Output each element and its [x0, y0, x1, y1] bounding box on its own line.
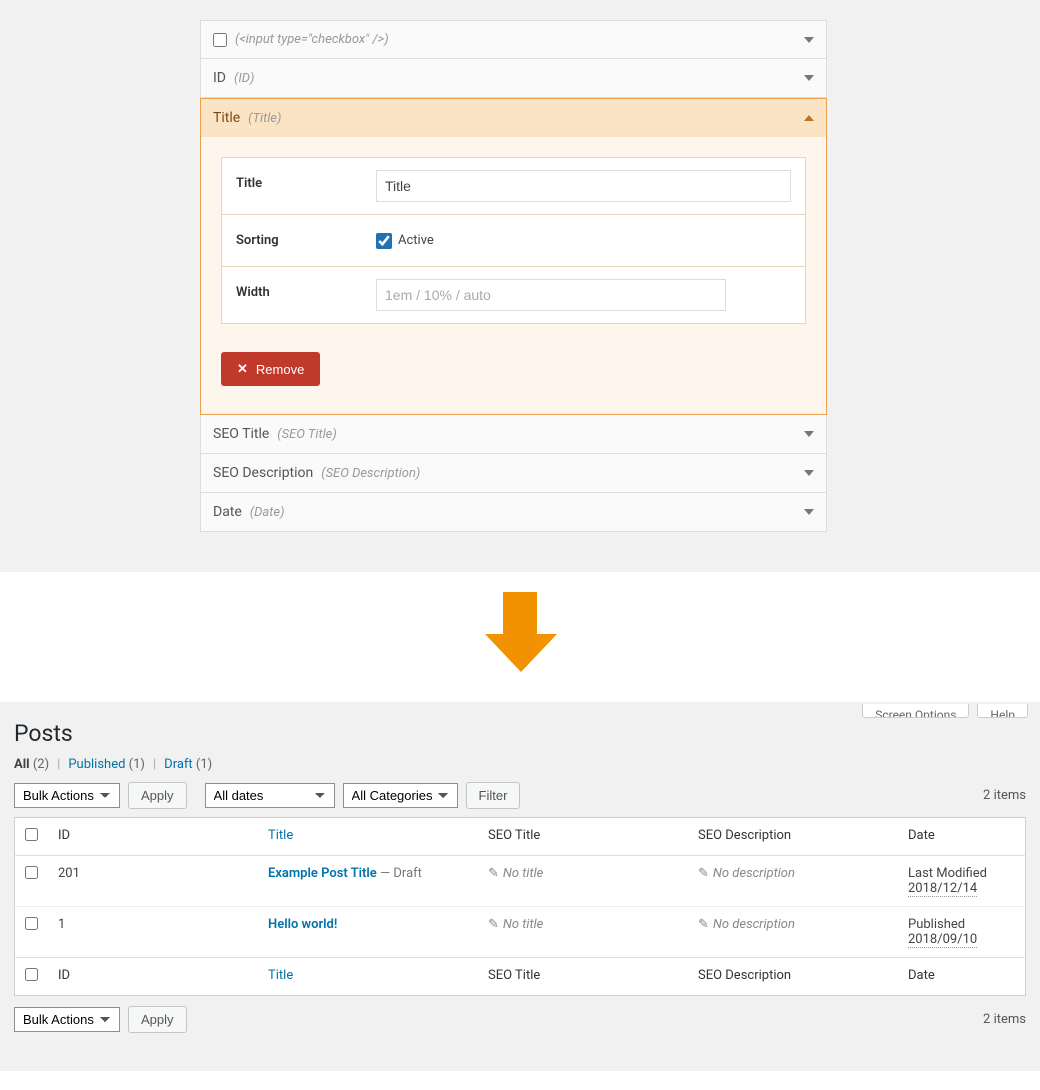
accordion-label: SEO Description [213, 465, 313, 481]
categories-select[interactable]: All Categories [343, 783, 458, 808]
chevron-down-icon [804, 37, 814, 43]
date-value: 2018/09/10 [908, 932, 977, 948]
accordion-sub: (ID) [234, 71, 254, 86]
filter-button[interactable]: Filter [466, 782, 521, 809]
seo-desc-value: No description [713, 917, 795, 932]
select-all-checkbox[interactable] [25, 828, 38, 841]
col-header-title[interactable]: Title [268, 828, 293, 843]
col-header-date: Date [898, 818, 1026, 856]
accordion-body: Title Sorting Active Width [201, 137, 826, 414]
width-input[interactable] [376, 279, 726, 311]
chevron-up-icon [804, 115, 814, 121]
arrow-divider [0, 572, 1040, 702]
pencil-icon[interactable]: ✎ [698, 917, 709, 932]
filter-published[interactable]: Published (1) [68, 757, 145, 772]
sorting-checkbox[interactable] [376, 233, 392, 249]
post-title-link[interactable]: Example Post Title [268, 866, 377, 881]
accordion-label: Date [213, 504, 242, 520]
accordion-label: ID [213, 70, 226, 86]
col-header-seo-description: SEO Description [688, 818, 898, 856]
col-footer-title[interactable]: Title [268, 968, 293, 983]
col-footer-date: Date [898, 958, 1026, 996]
col-header-id: ID [48, 818, 258, 856]
dates-select[interactable]: All dates [205, 783, 335, 808]
width-label: Width [222, 267, 362, 323]
col-header-seo-title: SEO Title [478, 818, 688, 856]
title-input[interactable] [376, 170, 791, 202]
accordion-label: SEO Title [213, 426, 269, 442]
chevron-down-icon [804, 509, 814, 515]
column-form: Title Sorting Active Width [221, 157, 806, 324]
posts-table: ID Title SEO Title SEO Description Date … [14, 817, 1026, 996]
date-value: 2018/12/14 [908, 881, 977, 897]
chevron-down-icon [804, 470, 814, 476]
remove-label: Remove [256, 362, 304, 377]
accordion-sub: (SEO Title) [277, 427, 336, 442]
page-title: Posts [14, 720, 1026, 747]
accordion-sub: (SEO Description) [321, 466, 420, 481]
bulk-actions-select[interactable]: Bulk Actions [14, 783, 120, 808]
post-status: — Draft [377, 866, 422, 881]
table-toolbar: Bulk Actions Apply All dates All Categor… [14, 782, 1026, 809]
row-checkbox[interactable] [25, 866, 38, 879]
cell-id: 1 [48, 907, 258, 958]
posts-admin-page: Screen Options Help Posts All (2) | Publ… [0, 702, 1040, 1071]
filter-all[interactable]: All (2) [14, 757, 49, 772]
col-footer-seo-title: SEO Title [478, 958, 688, 996]
pencil-icon[interactable]: ✎ [488, 917, 499, 932]
table-row: 201 Example Post Title — Draft ✎ No title… [15, 856, 1026, 907]
filter-draft[interactable]: Draft (1) [164, 757, 212, 772]
post-title-link[interactable]: Hello world! [268, 917, 337, 932]
date-label: Published [908, 917, 965, 932]
items-count-bottom: 2 items [983, 1012, 1026, 1027]
col-footer-seo-description: SEO Description [688, 958, 898, 996]
apply-button-bottom[interactable]: Apply [128, 1006, 187, 1033]
accordion-label: Title [213, 110, 240, 126]
items-count: 2 items [983, 788, 1026, 803]
seo-title-value: No title [503, 866, 543, 881]
date-label: Last Modified [908, 866, 987, 881]
help-button[interactable]: Help [977, 704, 1028, 718]
seo-title-value: No title [503, 917, 543, 932]
apply-button[interactable]: Apply [128, 782, 187, 809]
accordion-item-title[interactable]: Title (Title) Title Sorting Active [200, 98, 827, 415]
close-icon: ✕ [237, 361, 248, 377]
accordion-item-date[interactable]: Date (Date) [200, 493, 827, 532]
chevron-down-icon [804, 431, 814, 437]
bulk-actions-select-bottom[interactable]: Bulk Actions [14, 1007, 120, 1032]
select-all-checkbox-footer[interactable] [25, 968, 38, 981]
accordion-item-seo-title[interactable]: SEO Title (SEO Title) [200, 415, 827, 454]
accordion-sub: (Date) [250, 505, 285, 520]
table-row: 1 Hello world! ✎ No title ✎ No description… [15, 907, 1026, 958]
title-label: Title [222, 158, 362, 214]
row-checkbox[interactable] [25, 917, 38, 930]
pencil-icon[interactable]: ✎ [698, 866, 709, 881]
accordion-sub: (<input type="checkbox" />) [235, 32, 389, 47]
accordion-item-seo-description[interactable]: SEO Description (SEO Description) [200, 454, 827, 493]
post-status-filters: All (2) | Published (1) | Draft (1) [14, 757, 1026, 772]
accordion-item-checkbox[interactable]: (<input type="checkbox" />) [200, 20, 827, 59]
checkbox-icon [213, 33, 227, 47]
seo-desc-value: No description [713, 866, 795, 881]
sorting-checkbox-label: Active [398, 233, 434, 248]
arrow-down-icon [485, 592, 555, 672]
column-settings-accordion: (<input type="checkbox" />) ID (ID) Titl… [200, 0, 827, 532]
accordion-item-id[interactable]: ID (ID) [200, 59, 827, 98]
chevron-down-icon [804, 75, 814, 81]
screen-options-button[interactable]: Screen Options [862, 704, 969, 718]
sorting-label: Sorting [222, 215, 362, 266]
pencil-icon[interactable]: ✎ [488, 866, 499, 881]
cell-id: 201 [48, 856, 258, 907]
accordion-sub: (Title) [248, 111, 281, 126]
col-footer-id: ID [48, 958, 258, 996]
remove-button[interactable]: ✕ Remove [221, 352, 320, 386]
table-toolbar-bottom: Bulk Actions Apply 2 items [14, 1006, 1026, 1033]
